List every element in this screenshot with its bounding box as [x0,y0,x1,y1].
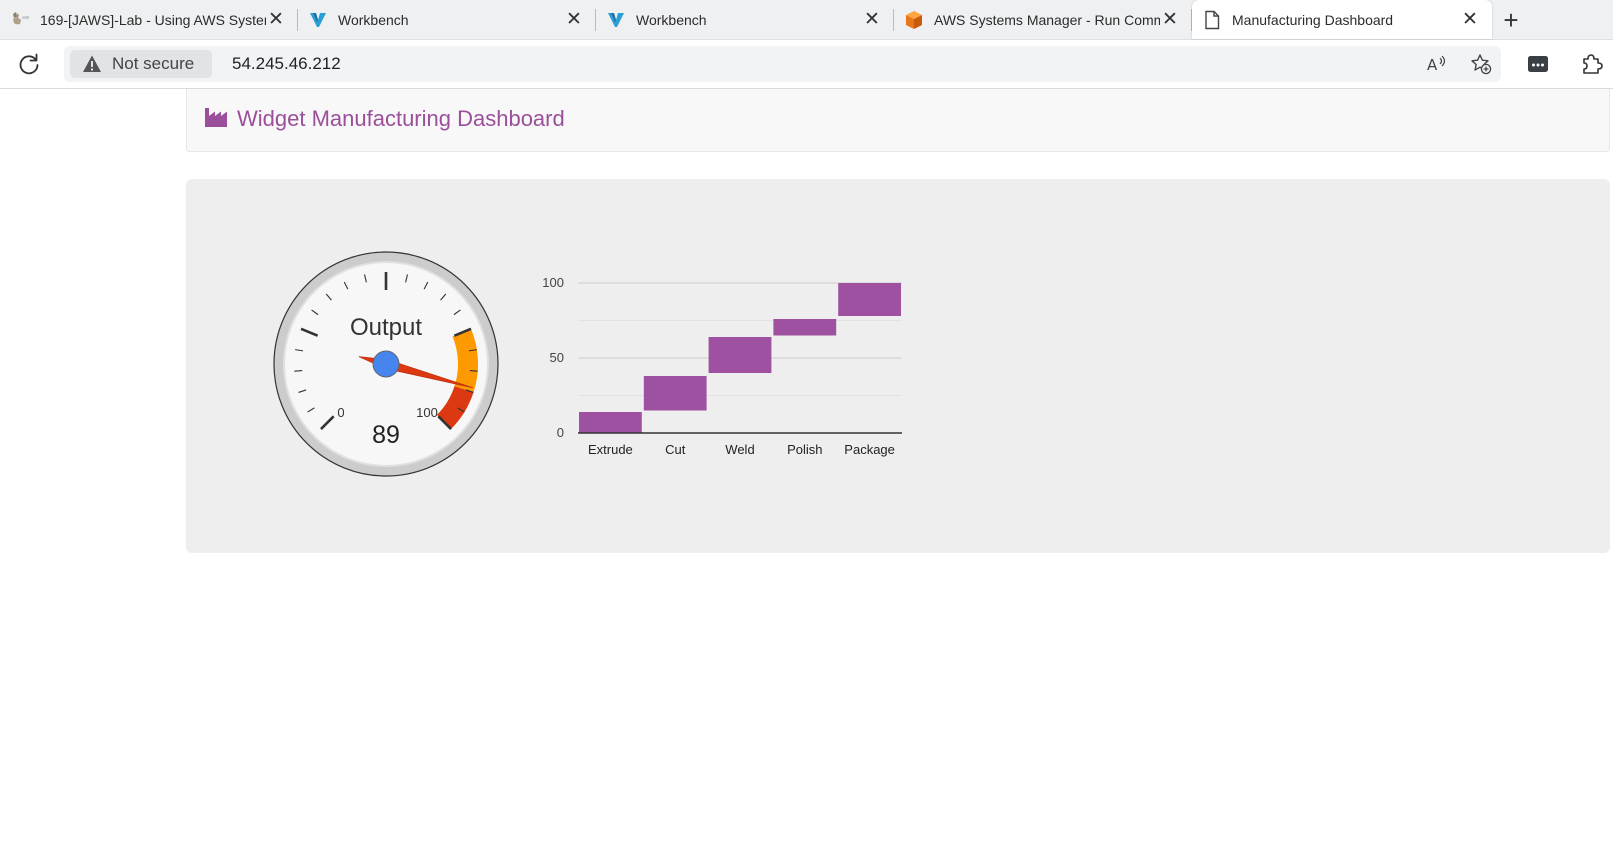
new-tab-button[interactable]: + [1497,6,1525,34]
chart-bar [708,337,772,373]
close-tab-icon[interactable]: ✕ [266,9,286,30]
close-tab-icon[interactable]: ✕ [862,9,882,30]
chart-x-tick-label: Extrude [588,442,633,457]
gauge-hub [372,350,400,378]
site-security-button[interactable]: Not secure [70,50,212,78]
workbench-v-icon [308,10,328,30]
navbar: Widget Manufacturing Dashboard [186,89,1610,152]
security-label: Not secure [112,54,195,73]
tab-workbench-1[interactable]: Workbench ✕ [298,0,596,39]
tab-lab[interactable]: aw 169-[JAWS]-Lab - Using AWS Systems Ma… [0,0,298,39]
chart-bar [579,412,642,433]
gauge-value: 89 [372,421,400,449]
chart-y-tick-label: 0 [557,425,564,440]
output-gauge: Output 0 100 89 [273,251,499,477]
chart-bar [773,319,837,336]
chart-x-tick-label: Polish [787,442,822,457]
workbench-v-icon [606,10,626,30]
chart-x-tick-label: Package [844,442,895,457]
tab-label: Workbench [338,11,409,28]
close-tab-icon[interactable]: ✕ [1160,9,1180,30]
chart-y-tick-label: 100 [542,275,564,290]
chart-bar [838,283,901,316]
industry-factory-icon [205,107,229,132]
tab-label: AWS Systems Manager - Run Command [934,11,1160,28]
stage-waterfall-chart: 0 50 100 Extrude Cut Weld Polish Package [542,275,902,457]
password-manager-icon[interactable] [1525,51,1551,77]
add-favorite-icon[interactable] [1470,53,1492,75]
tab-workbench-2[interactable]: Workbench ✕ [596,0,894,39]
aws-cube-icon [904,10,924,30]
address-bar[interactable]: Not secure 54.245.46.212 A [64,46,1501,82]
dashboard-panel: Output 0 100 89 0 50 100 Extrude Cut Weld Poli… [186,179,1610,553]
chart-bar [643,376,707,411]
gauge-minor-tick [294,370,303,372]
reload-icon[interactable] [16,51,42,77]
tab-label: Manufacturing Dashboard [1232,11,1394,28]
address-toolbar: Not secure 54.245.46.212 A [0,40,1613,89]
tab-manufacturing-dashboard[interactable]: Manufacturing Dashboard ✕ [1192,0,1492,39]
svg-text:aw: aw [22,15,29,21]
gauge-minor-tick [469,370,478,372]
close-tab-icon[interactable]: ✕ [1460,9,1480,30]
page-icon [1202,10,1222,30]
brand-link[interactable]: Widget Manufacturing Dashboard [205,106,565,132]
lab-icon: aw [10,10,30,30]
read-aloud-icon[interactable]: A [1426,53,1448,75]
svg-text:A: A [1427,56,1438,74]
extensions-icon[interactable] [1578,51,1604,77]
chart-y-tick-label: 50 [550,350,564,365]
gauge-min-label: 0 [337,405,344,420]
tab-strip: aw 169-[JAWS]-Lab - Using AWS Systems Ma… [0,0,1613,40]
page-title: Widget Manufacturing Dashboard [237,106,565,131]
gauge-max-label: 100 [416,405,438,420]
warning-icon [82,54,102,74]
tab-label: Workbench [636,11,707,28]
close-tab-icon[interactable]: ✕ [564,9,584,30]
tab-aws-systems-manager[interactable]: AWS Systems Manager - Run Command ✕ [894,0,1192,39]
tab-label: 169-[JAWS]-Lab - Using AWS Systems Manag… [40,11,266,28]
chart-x-tick-label: Cut [665,442,686,457]
url-text[interactable]: 54.245.46.212 [232,54,341,74]
gauge-label: Output [350,314,422,341]
chart-x-tick-label: Weld [725,442,754,457]
